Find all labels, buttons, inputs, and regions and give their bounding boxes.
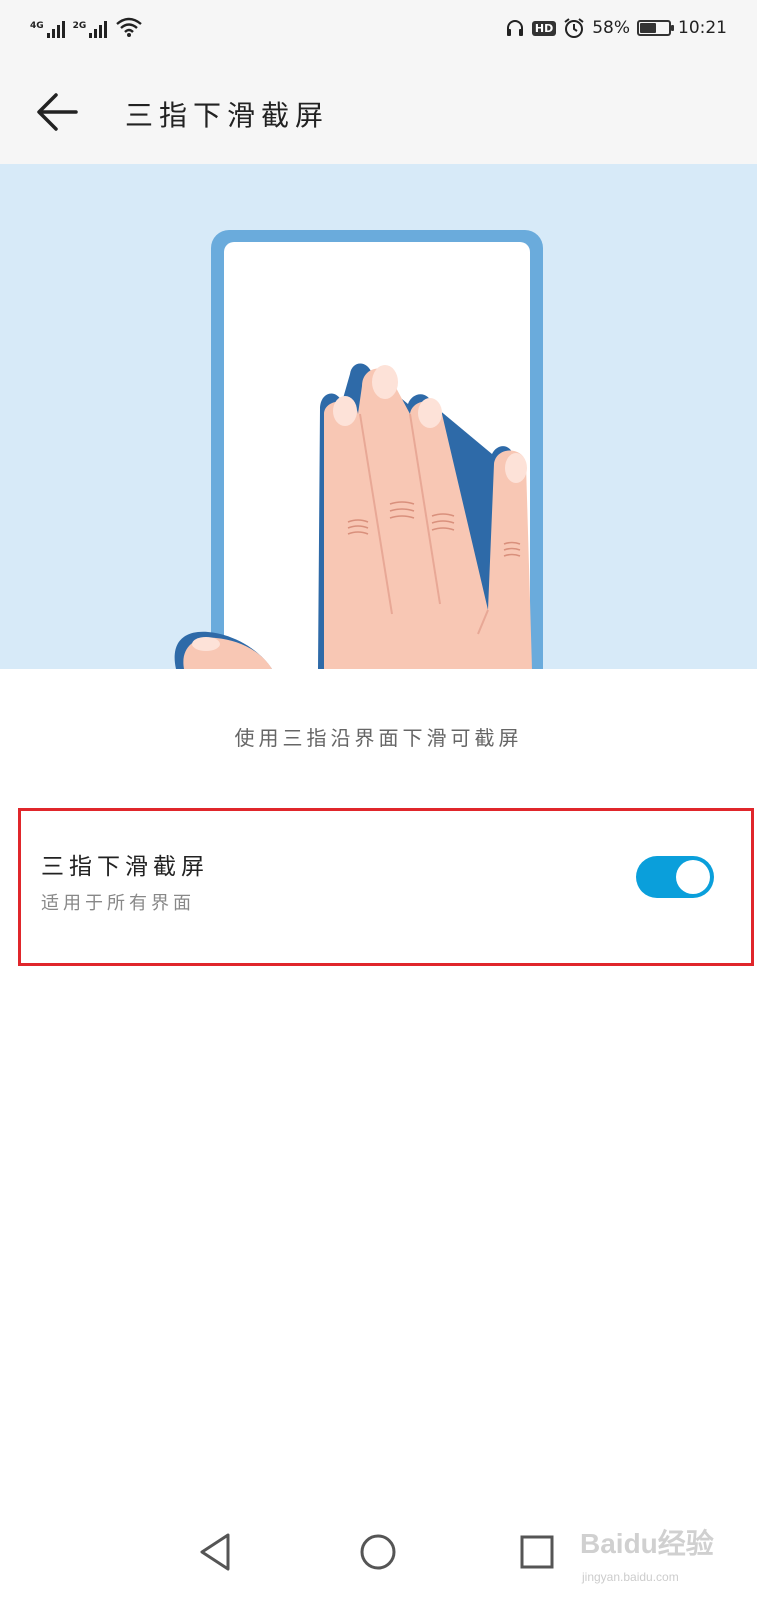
headphones-icon — [506, 20, 523, 36]
status-bar: 4G 2G HD 58% 10:21 — [0, 0, 757, 60]
baidu-watermark-url: jingyan.baidu.com — [582, 1570, 679, 1584]
arrow-left-icon — [37, 93, 78, 131]
gesture-illustration — [0, 164, 757, 669]
status-right: HD 58% 10:21 — [505, 17, 727, 39]
toggle-knob — [676, 860, 710, 894]
battery-percent: 58% — [592, 18, 630, 38]
nav-back-button[interactable] — [190, 1525, 244, 1579]
signal-2g-label: 2G — [72, 21, 87, 31]
circle-home-icon — [360, 1534, 396, 1570]
clock: 10:21 — [678, 18, 727, 38]
status-left: 4G 2G — [30, 16, 143, 38]
baidu-watermark: Baidu经验 — [580, 1528, 714, 1559]
square-recents-icon — [520, 1535, 554, 1569]
signal-4g-icon: 4G — [30, 21, 65, 38]
signal-4g-label: 4G — [30, 21, 44, 31]
setting-subtitle: 适用于所有界面 — [41, 893, 195, 914]
setting-row-three-finger-screenshot[interactable]: 三指下滑截屏 适用于所有界面 — [18, 808, 754, 966]
signal-2g-icon: 2G — [73, 21, 108, 38]
three-finger-swipe-illustration — [174, 230, 543, 669]
page-title: 三指下滑截屏 — [125, 99, 330, 132]
app-bar: 三指下滑截屏 — [0, 60, 757, 164]
battery-fill — [640, 23, 656, 33]
setting-title: 三指下滑截屏 — [41, 854, 209, 880]
nav-home-button[interactable] — [351, 1525, 405, 1579]
gesture-description: 使用三指沿界面下滑可截屏 — [234, 726, 523, 750]
three-finger-screenshot-toggle[interactable] — [636, 856, 714, 898]
battery-icon — [637, 20, 674, 36]
triangle-back-icon — [200, 1533, 230, 1571]
nav-recents-button[interactable] — [510, 1525, 564, 1579]
alarm-icon — [564, 18, 584, 38]
hd-badge: HD — [531, 20, 557, 36]
wifi-icon — [116, 17, 143, 37]
back-button[interactable] — [30, 82, 90, 142]
